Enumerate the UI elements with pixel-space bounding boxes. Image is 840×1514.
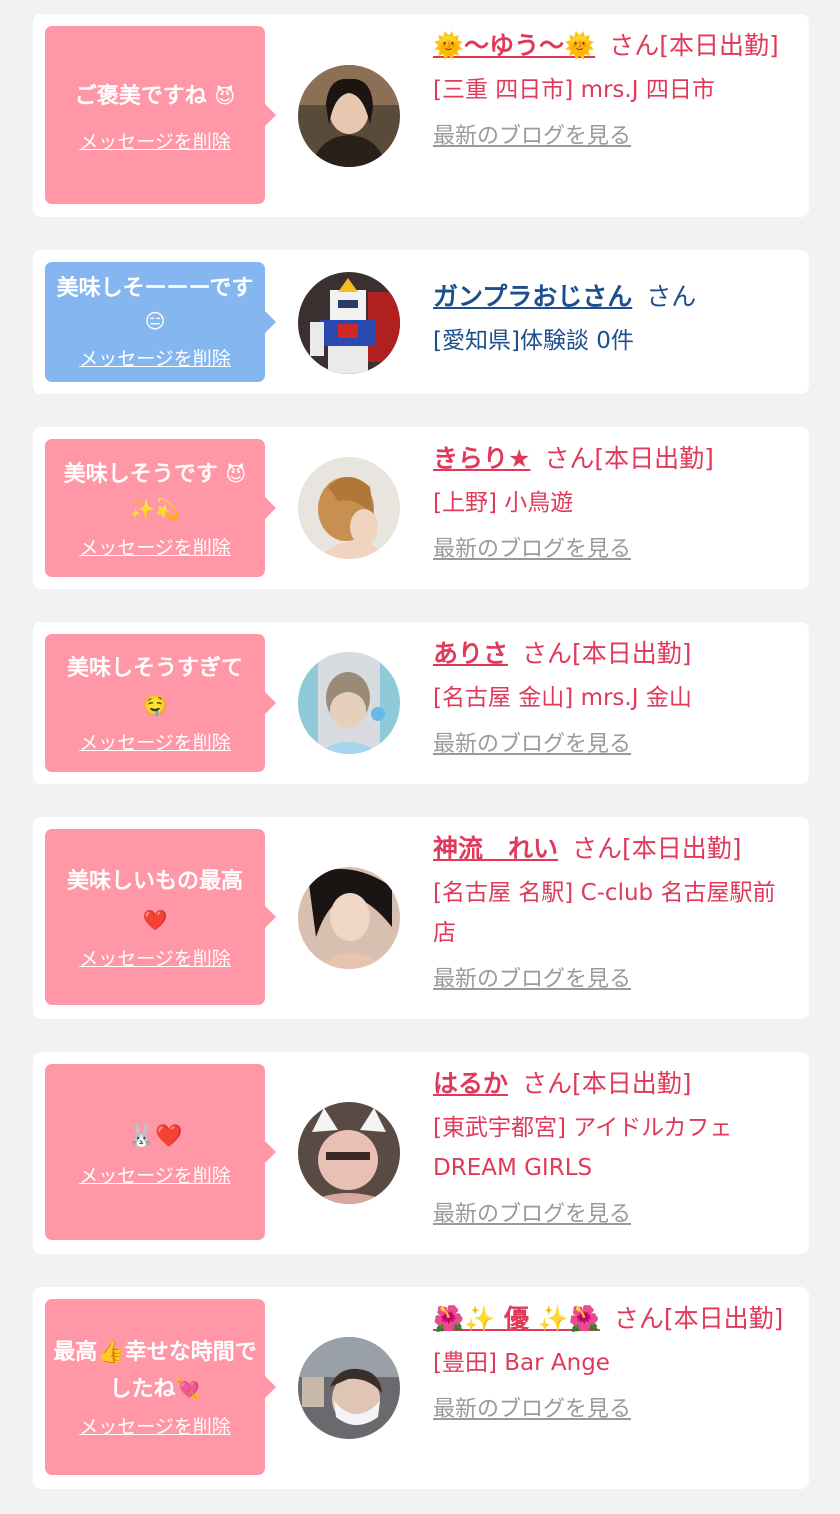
message-text: 最高👍幸せな時間でしたね💘 bbox=[53, 1340, 257, 1402]
avatar[interactable] bbox=[298, 457, 400, 559]
name-suffix: さん bbox=[646, 282, 697, 311]
message-bubble: ご褒美ですね 😈 メッセージを削除 bbox=[45, 26, 276, 204]
profile-name-link[interactable]: 🌞〜ゆう〜🌞 bbox=[433, 31, 595, 60]
message-bubble: 美味しそうすぎて 🤤 メッセージを削除 bbox=[45, 634, 276, 772]
shop-info: [上野] 小鳥遊 bbox=[433, 490, 574, 516]
profile-name-link[interactable]: ガンプラおじさん bbox=[433, 282, 632, 311]
name-line: はるか さん[本日出勤] bbox=[433, 1062, 793, 1106]
latest-blog-link[interactable]: 最新のブログを見る bbox=[433, 965, 631, 995]
message-bubble: 美味しそうです 😈✨💫 メッセージを削除 bbox=[45, 439, 276, 577]
profile-name-link[interactable]: きらり★ bbox=[433, 444, 530, 473]
message-card: 美味しそうです 😈✨💫 メッセージを削除 きらり★ さん[本日出勤] [上野] 小… bbox=[33, 427, 809, 589]
delete-message-link[interactable]: メッセージを削除 bbox=[79, 1161, 231, 1188]
message-text: 美味しそうです 😈✨💫 bbox=[63, 461, 247, 521]
name-line: 🌞〜ゆう〜🌞 さん[本日出勤] bbox=[433, 24, 793, 68]
name-suffix: さん[本日出勤] bbox=[522, 639, 692, 668]
avatar[interactable] bbox=[298, 652, 400, 754]
avatar[interactable] bbox=[298, 1102, 400, 1204]
message-card: 🐰❤️ メッセージを削除 はるか さん[本日出勤] [東武宇都宮] アイドルカフェ… bbox=[33, 1052, 809, 1254]
profile-info: 神流 れい さん[本日出勤] [名古屋 名駅] C-club 名古屋駅前店 最新の… bbox=[433, 827, 793, 995]
gundam-model-photo bbox=[298, 272, 400, 374]
message-bubble: 美味しそーーーです 😑 メッセージを削除 bbox=[45, 262, 276, 382]
name-suffix: さん[本日出勤] bbox=[572, 834, 742, 863]
profile-info: 🌞〜ゆう〜🌞 さん[本日出勤] [三重 四日市] mrs.J 四日市 最新のブログ… bbox=[433, 24, 793, 152]
profile-info: はるか さん[本日出勤] [東武宇都宮] アイドルカフェ DREAM GIRLS … bbox=[433, 1062, 793, 1230]
blurred-portrait-photo bbox=[298, 652, 400, 754]
delete-message-link[interactable]: メッセージを削除 bbox=[79, 1412, 231, 1439]
delete-message-link[interactable]: メッセージを削除 bbox=[79, 533, 231, 560]
shop-info: [名古屋 金山] mrs.J 金山 bbox=[433, 685, 692, 711]
message-list: ご褒美ですね 😈 メッセージを削除 🌞〜ゆう〜🌞 さん[本日出勤] [三重 四日市… bbox=[0, 0, 840, 1514]
name-line: ガンプラおじさん さん bbox=[433, 275, 793, 319]
profile-info: ガンプラおじさん さん [愛知県]体験談 0件 bbox=[433, 275, 793, 361]
delete-message-link[interactable]: メッセージを削除 bbox=[79, 344, 231, 371]
delete-message-link[interactable]: メッセージを削除 bbox=[79, 127, 231, 154]
message-bubble: 美味しいもの最高 ❤️ メッセージを削除 bbox=[45, 829, 276, 1005]
profile-name-link[interactable]: 神流 れい bbox=[433, 834, 558, 863]
shop-info: [三重 四日市] mrs.J 四日市 bbox=[433, 77, 715, 103]
masked-selfie-photo bbox=[298, 1337, 400, 1439]
avatar[interactable] bbox=[298, 1337, 400, 1439]
latest-blog-link[interactable]: 最新のブログを見る bbox=[433, 1395, 631, 1425]
latest-blog-link[interactable]: 最新のブログを見る bbox=[433, 535, 631, 565]
message-card: 美味しそーーーです 😑 メッセージを削除 ガンプラおじさん さん [愛知県]体験談… bbox=[33, 250, 809, 394]
name-suffix: さん[本日出勤] bbox=[544, 444, 714, 473]
delete-message-link[interactable]: メッセージを削除 bbox=[79, 944, 231, 971]
woman-portrait-photo bbox=[298, 65, 400, 167]
profile-name-link[interactable]: ありさ bbox=[433, 639, 508, 668]
avatar[interactable] bbox=[298, 65, 400, 167]
latest-blog-link[interactable]: 最新のブログを見る bbox=[433, 122, 631, 152]
name-suffix: さん[本日出勤] bbox=[613, 1304, 784, 1333]
name-line: 🌺✨ 優 ✨🌺 さん[本日出勤] bbox=[433, 1297, 793, 1341]
shop-info: [名古屋 名駅] C-club 名古屋駅前店 bbox=[433, 880, 776, 946]
profile-info: きらり★ さん[本日出勤] [上野] 小鳥遊 最新のブログを見る bbox=[433, 437, 793, 565]
message-card: 美味しそうすぎて 🤤 メッセージを削除 ありさ さん[本日出勤] [名古屋 金山] … bbox=[33, 622, 809, 784]
profile-info: ありさ さん[本日出勤] [名古屋 金山] mrs.J 金山 最新のブログを見る bbox=[433, 632, 793, 760]
woman-portrait-photo bbox=[298, 867, 400, 969]
profile-info: 🌺✨ 優 ✨🌺 さん[本日出勤] [豊田] Bar Ange 最新のブログを見る bbox=[433, 1297, 793, 1425]
profile-name-link[interactable]: はるか bbox=[433, 1069, 508, 1098]
message-text: 🐰❤️ bbox=[127, 1123, 183, 1149]
avatar[interactable] bbox=[298, 867, 400, 969]
message-bubble: 最高👍幸せな時間でしたね💘 メッセージを削除 bbox=[45, 1299, 276, 1475]
profile-name-link[interactable]: 🌺✨ 優 ✨🌺 bbox=[433, 1304, 600, 1333]
name-line: きらり★ さん[本日出勤] bbox=[433, 437, 793, 481]
shop-info: [豊田] Bar Ange bbox=[433, 1350, 610, 1376]
shop-info: [愛知県]体験談 0件 bbox=[433, 328, 634, 354]
message-card: 美味しいもの最高 ❤️ メッセージを削除 神流 れい さん[本日出勤] [名古屋 名… bbox=[33, 817, 809, 1019]
latest-blog-link[interactable]: 最新のブログを見る bbox=[433, 1200, 631, 1230]
message-text: ご褒美ですね 😈 bbox=[74, 84, 236, 109]
short-hair-photo bbox=[298, 457, 400, 559]
message-text: 美味しいもの最高 ❤️ bbox=[66, 869, 243, 932]
name-line: 神流 れい さん[本日出勤] bbox=[433, 827, 793, 871]
message-card: ご褒美ですね 😈 メッセージを削除 🌞〜ゆう〜🌞 さん[本日出勤] [三重 四日市… bbox=[33, 14, 809, 217]
avatar[interactable] bbox=[298, 272, 400, 374]
message-text: 美味しそーーーです 😑 bbox=[56, 276, 254, 333]
cat-ears-selfie-photo bbox=[298, 1102, 400, 1204]
shop-info: [東武宇都宮] アイドルカフェ DREAM GIRLS bbox=[433, 1115, 733, 1181]
delete-message-link[interactable]: メッセージを削除 bbox=[79, 728, 231, 755]
name-line: ありさ さん[本日出勤] bbox=[433, 632, 793, 676]
name-suffix: さん[本日出勤] bbox=[609, 31, 779, 60]
latest-blog-link[interactable]: 最新のブログを見る bbox=[433, 730, 631, 760]
name-suffix: さん[本日出勤] bbox=[522, 1069, 692, 1098]
message-card: 最高👍幸せな時間でしたね💘 メッセージを削除 🌺✨ 優 ✨🌺 さん[本日出勤] [… bbox=[33, 1287, 809, 1489]
message-text: 美味しそうすぎて 🤤 bbox=[66, 656, 243, 717]
message-bubble: 🐰❤️ メッセージを削除 bbox=[45, 1064, 276, 1240]
